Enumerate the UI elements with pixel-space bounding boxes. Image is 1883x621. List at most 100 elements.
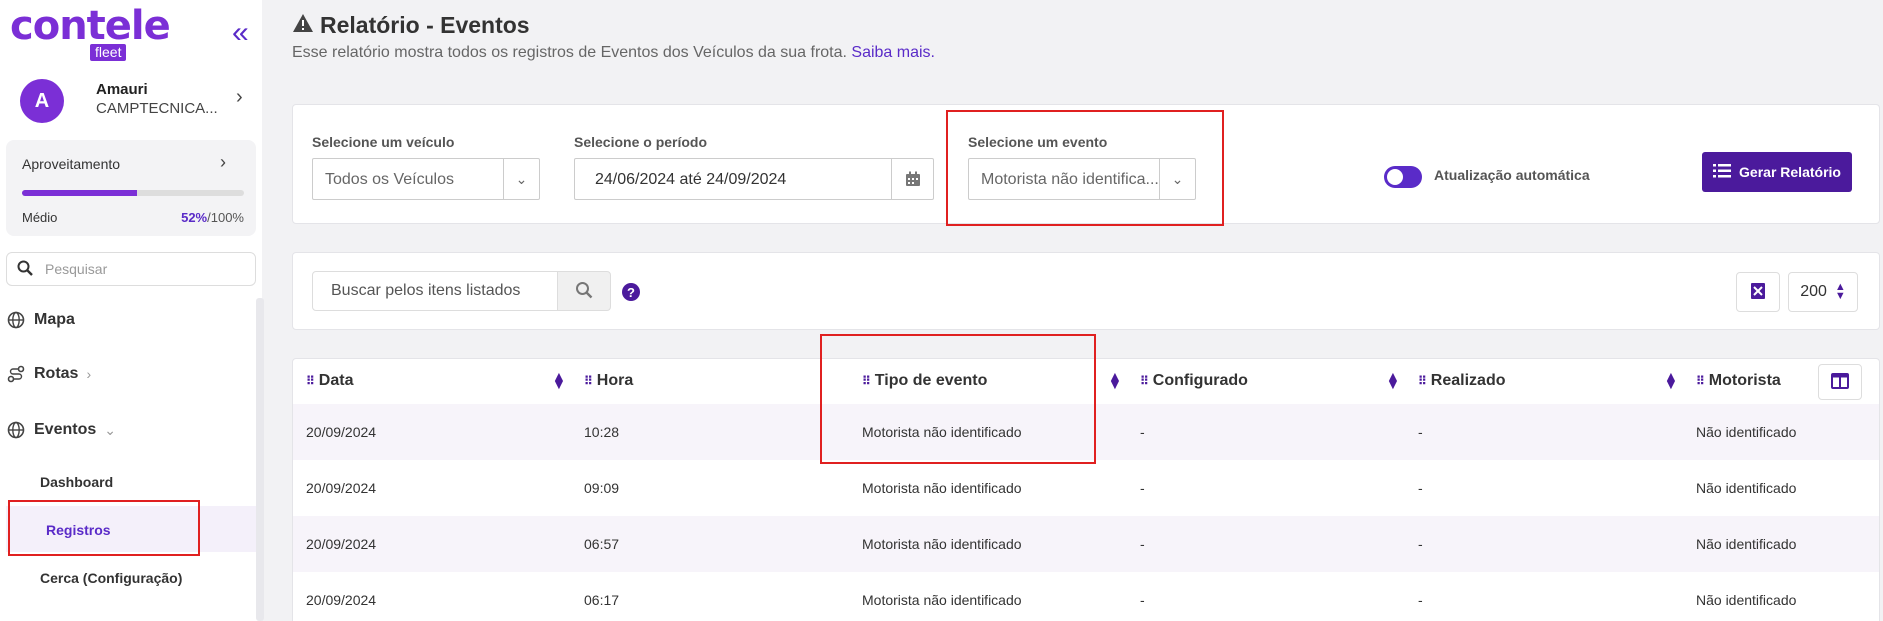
sort-icon[interactable]: ▲ ▼ [1386,369,1400,391]
chevron-down-icon: ⌄ [1159,159,1195,199]
cell-hora: 06:57 [584,536,620,552]
sidebar-item-eventos[interactable]: Eventos ⌄ [6,420,116,440]
table-row[interactable]: 20/09/2024 06:57 Motorista não identific… [293,516,1879,572]
saiba-mais-link[interactable]: Saiba mais. [851,44,935,61]
drag-handle-icon[interactable]: ⠿ [1696,374,1705,388]
table-search-button[interactable] [557,271,611,311]
cell-realizado: - [1418,424,1423,440]
column-header-label: Motorista [1708,372,1781,389]
search-icon [17,260,33,281]
sidebar-item-rotas[interactable]: Rotas › [6,364,91,384]
page-size-value: 200 [1800,283,1827,300]
column-settings-button[interactable] [1818,364,1862,400]
aproveitamento-progress [22,190,244,196]
period-range: 24/06/2024 até 24/09/2024 [595,171,786,189]
chevron-right-icon: › [86,366,92,382]
table-row[interactable]: 20/09/2024 10:28 Motorista não identific… [293,404,1879,460]
page-description-text: Esse relatório mostra todos os registros… [292,44,847,61]
cell-motorista: Não identificado [1696,592,1797,608]
column-header-label: Realizado [1430,372,1506,389]
cell-motorista: Não identificado [1696,424,1797,440]
column-header-data[interactable]: ⠿ Data [306,372,353,390]
logo-fleet-badge: fleet [90,44,127,61]
aproveitamento-title: Aproveitamento [22,156,121,172]
chevron-right-icon[interactable]: › [220,152,226,173]
event-select-value: Motorista não identifica... [981,171,1159,188]
vehicle-select[interactable]: Todos os Veículos ⌄ [312,158,540,200]
route-icon [6,364,26,384]
table-row[interactable]: 20/09/2024 06:17 Motorista não identific… [293,572,1879,621]
column-header-realizado[interactable]: ⠿ Realizado [1418,372,1505,390]
sidebar-subitem-cerca[interactable]: Cerca (Configuração) [40,570,182,586]
globe-icon [6,310,26,330]
contele-logo[interactable]: contele fleet [10,3,171,62]
event-label: Selecione um evento [968,134,1108,150]
column-header-configurado[interactable]: ⠿ Configurado [1140,372,1248,390]
drag-handle-icon[interactable]: ⠿ [1140,374,1149,388]
page-title-text: Relatório - Eventos [320,12,530,38]
event-select[interactable]: Motorista não identifica... ⌄ [968,158,1196,200]
sidebar-subitem-registros[interactable]: Registros [46,522,111,538]
sort-icon[interactable]: ▲ ▼ [1664,369,1678,391]
sidebar-scrollbar[interactable] [256,298,264,621]
page-size-select[interactable]: 200 ▲ ▼ [1788,272,1858,312]
page-title: Relatório - Eventos [292,12,530,39]
aproveitamento-progress-fill [22,190,138,196]
logo-text: contele [10,3,171,49]
avatar[interactable]: A [20,79,64,123]
cell-configurado: - [1140,424,1145,440]
column-header-hora[interactable]: ⠿ Hora [584,372,633,390]
cell-tipo-evento: Motorista não identificado [862,424,1022,440]
period-from: 24/06/2024 [595,171,676,188]
cell-data: 20/09/2024 [306,592,377,608]
cell-tipo-evento: Motorista não identificado [862,592,1022,608]
sort-arrows-icon: ▲ ▼ [1834,281,1846,302]
period-label: Selecione o período [574,134,708,150]
generate-report-button[interactable]: Gerar Relatório [1702,152,1852,192]
sidebar-item-label: Rotas [34,365,79,382]
export-excel-button[interactable] [1736,272,1780,312]
warning-icon [292,12,314,39]
vehicle-select-value: Todos os Veículos [325,171,454,188]
column-header-label: Data [318,372,354,389]
sidebar-search-input[interactable] [45,257,245,281]
sidebar-search[interactable] [6,252,256,286]
sort-icon[interactable]: ▲ ▼ [1108,369,1122,391]
aproveitamento-card[interactable]: Aproveitamento › Médio 52%/100% [6,140,256,236]
cell-data: 20/09/2024 [306,480,377,496]
drag-handle-icon[interactable]: ⠿ [306,374,315,388]
cell-hora: 10:28 [584,424,620,440]
column-header-motorista[interactable]: ⠿ Motorista [1696,372,1781,390]
column-header-tipo-evento[interactable]: ⠿ Tipo de evento [862,372,987,390]
drag-handle-icon[interactable]: ⠿ [862,374,871,388]
column-header-label: Hora [596,372,634,389]
drag-handle-icon[interactable]: ⠿ [1418,374,1427,388]
sidebar-item-label: Mapa [34,311,75,328]
cell-realizado: - [1418,536,1423,552]
auto-update-toggle[interactable] [1384,166,1422,188]
help-icon[interactable]: ? [622,283,640,301]
chevron-right-icon[interactable]: › [236,86,243,109]
user-company: CAMPTECNICA... [96,100,218,117]
cell-tipo-evento: Motorista não identificado [862,536,1022,552]
collapse-sidebar-icon[interactable]: « [232,18,249,48]
sort-icon[interactable]: ▲ ▼ [552,369,566,391]
column-header-label: Configurado [1152,372,1248,389]
period-separator: até [679,171,702,188]
drag-handle-icon[interactable]: ⠿ [584,374,593,388]
aproveitamento-level: Médio [22,210,58,225]
sidebar-subitem-dashboard[interactable]: Dashboard [40,474,113,490]
period-to: 24/09/2024 [706,171,787,188]
cell-hora: 09:09 [584,480,620,496]
aproveitamento-percent: 52%/100% [181,210,244,225]
columns-icon [1831,372,1849,392]
cell-data: 20/09/2024 [306,536,377,552]
globe-icon [6,420,26,440]
table-search[interactable] [312,271,558,311]
calendar-icon[interactable] [891,159,933,199]
sidebar-item-mapa[interactable]: Mapa [6,310,75,330]
table-search-input[interactable] [331,282,551,300]
table-row[interactable]: 20/09/2024 09:09 Motorista não identific… [293,460,1879,516]
cell-configurado: - [1140,480,1145,496]
period-picker[interactable]: 24/06/2024 até 24/09/2024 [574,158,934,200]
